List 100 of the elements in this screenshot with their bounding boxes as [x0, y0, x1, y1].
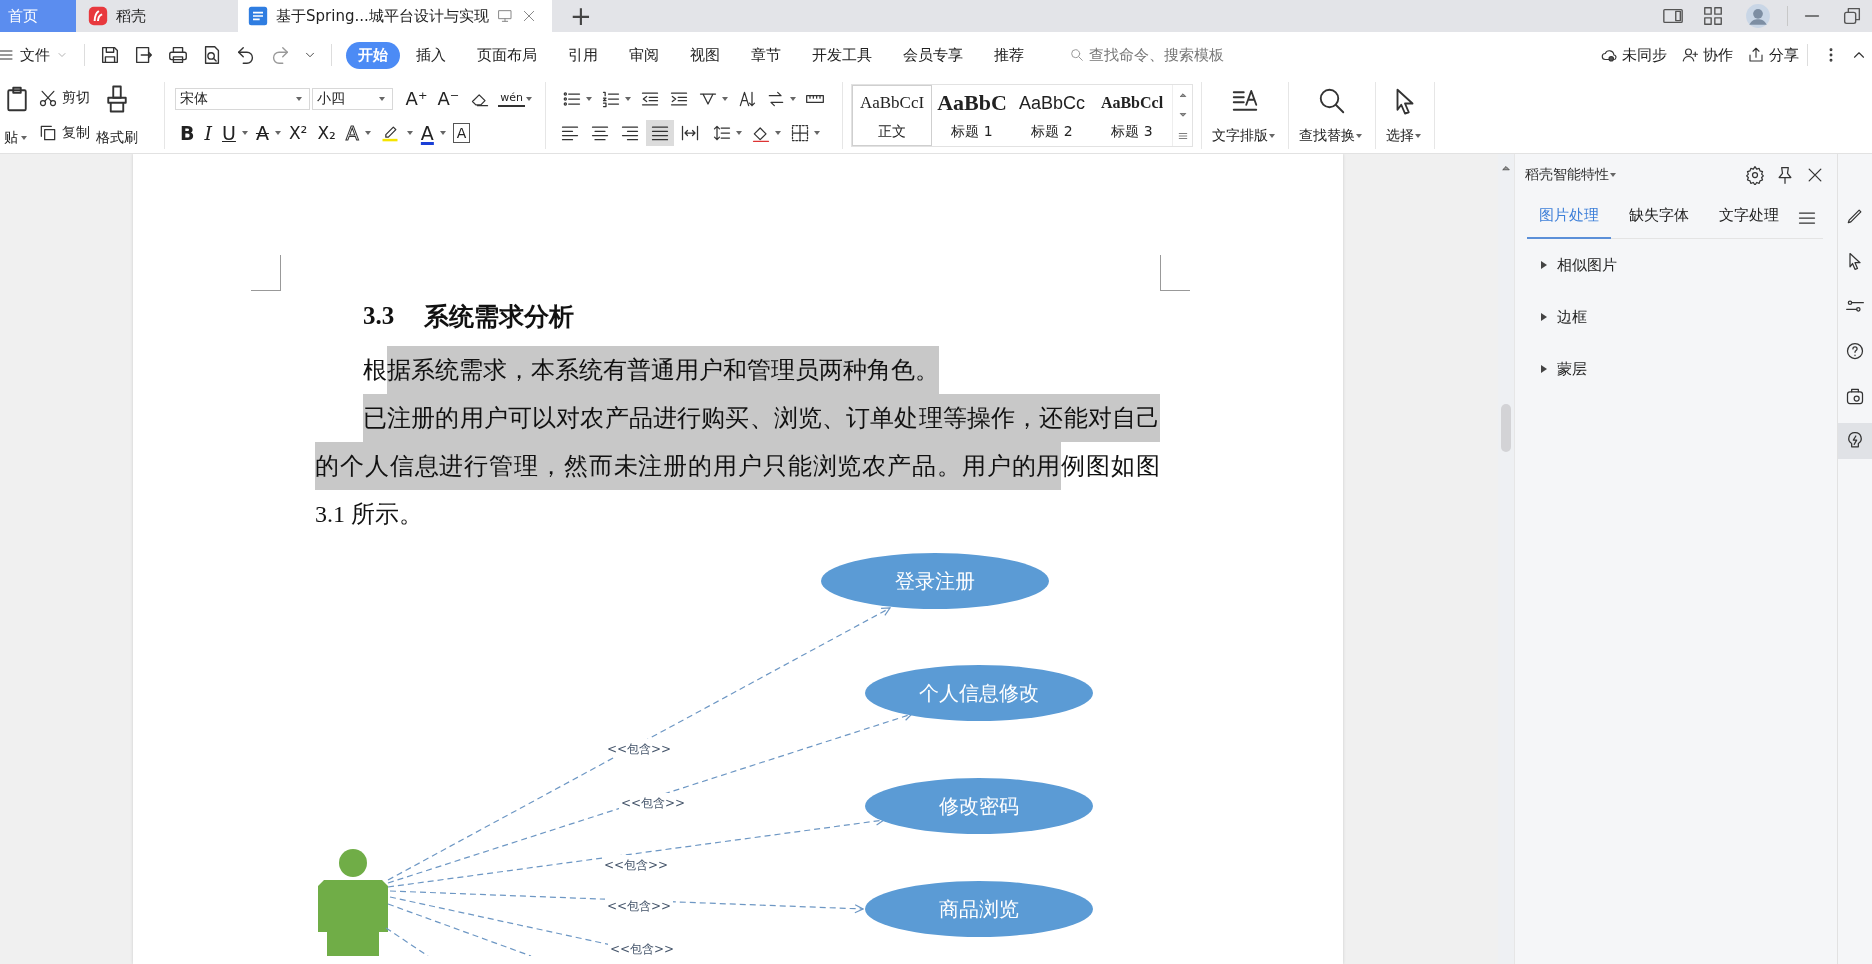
relation-label: <<包含>>: [606, 742, 672, 756]
caret-icon: [526, 96, 532, 101]
italic-button[interactable]: I: [199, 120, 217, 145]
relation-label: <<包含>>: [603, 858, 669, 872]
scroll-thumb[interactable]: [1501, 404, 1511, 452]
export-icon[interactable]: [133, 44, 155, 66]
format-painter-button[interactable]: 格式刷: [96, 129, 138, 147]
grow-font-button[interactable]: A⁺: [400, 86, 433, 111]
caret-icon: [439, 130, 446, 135]
font-color-button[interactable]: A: [415, 120, 439, 145]
caret-icon: [1415, 134, 1421, 138]
panel-section[interactable]: 蒙层: [1515, 343, 1837, 395]
caret-icon: [625, 96, 631, 101]
caret-icon: [722, 96, 728, 101]
share-icon: [1747, 46, 1765, 64]
cut-button[interactable]: 剪切: [38, 87, 90, 108]
settings-icon[interactable]: [1745, 165, 1765, 185]
find-tool-button[interactable]: 查找替换: [1295, 78, 1369, 153]
use-case: 登录注册: [821, 553, 1049, 609]
subscript-button[interactable]: X₂: [312, 120, 341, 145]
caret-icon: [775, 130, 781, 135]
ribbon-tab[interactable]: 会员专享: [888, 41, 978, 69]
relation-label: <<包含>>: [606, 899, 672, 913]
font-name-dropdown[interactable]: 宋体: [175, 87, 310, 110]
select-tool-button[interactable]: 选择: [1382, 78, 1428, 153]
bold-button[interactable]: B: [175, 120, 200, 145]
bulb-tool[interactable]: [1838, 423, 1872, 459]
search-icon: [1317, 86, 1347, 116]
ribbon-tab[interactable]: 视图: [675, 41, 735, 69]
copy-button[interactable]: 复制: [38, 123, 90, 144]
panel-section[interactable]: 相似图片: [1515, 239, 1837, 291]
panel-tab[interactable]: 缺失字体: [1617, 198, 1701, 239]
ribbon-tab[interactable]: 推荐: [979, 41, 1039, 69]
panel-tab[interactable]: 图片处理: [1527, 198, 1611, 239]
character-border-button[interactable]: A: [452, 122, 471, 143]
crop-mark: [1160, 255, 1190, 291]
superscript-button[interactable]: X²: [283, 120, 313, 145]
ribbon-tab[interactable]: 开发工具: [797, 41, 887, 69]
use-case: 个人信息修改: [865, 665, 1093, 721]
scrollbar[interactable]: [1498, 154, 1514, 964]
menu-icon: [0, 47, 14, 63]
use-case: 修改密码: [865, 778, 1093, 834]
relation-label: <<包含>>: [609, 942, 675, 956]
caret-icon: [814, 130, 820, 135]
restore-icon[interactable]: [1841, 5, 1863, 27]
style-option[interactable]: AaBbCcI 正文: [852, 85, 932, 146]
ribbon-tab[interactable]: 引用: [553, 41, 613, 69]
relation-label: <<包含>>: [620, 796, 686, 810]
grid-icon[interactable]: [1702, 5, 1724, 27]
caret-icon: [1356, 134, 1362, 138]
use-case: 商品浏览: [865, 881, 1093, 937]
ribbon-tab[interactable]: 插入: [401, 41, 461, 69]
style-option[interactable]: AaBbCc 标题 2: [1012, 85, 1092, 146]
avatar[interactable]: [1745, 3, 1771, 29]
caret-icon: [378, 96, 385, 101]
docer-logo-icon: [88, 6, 108, 26]
caret-icon: [295, 96, 302, 101]
layout-tool-button[interactable]: 文字排版: [1208, 78, 1282, 153]
ribbon-tab[interactable]: 页面布局: [462, 41, 552, 69]
underline-button[interactable]: U: [217, 120, 241, 145]
sync-button[interactable]: 未同步: [1600, 45, 1667, 65]
shrink-font-button[interactable]: A⁻: [432, 86, 465, 111]
heading-title: 系统需求分析: [424, 301, 575, 332]
paste-button[interactable]: 贴: [4, 129, 30, 147]
more-styles-icon[interactable]: [1177, 130, 1188, 141]
style-option[interactable]: AaBbCcl 标题 3: [1092, 85, 1172, 146]
pinyin-button[interactable]: wén: [498, 90, 525, 107]
print-icon[interactable]: [167, 44, 189, 66]
caret-icon: [1610, 173, 1616, 177]
ribbon-tab[interactable]: 章节: [736, 41, 796, 69]
document-icon: [248, 6, 268, 26]
app-tab[interactable]: 基于Spring...城平台设计与实现: [238, 0, 552, 32]
style-option[interactable]: AaBbC 标题 1: [932, 85, 1012, 146]
collab-button[interactable]: 协作: [1681, 45, 1733, 65]
caret-icon: [364, 130, 371, 135]
command-search-field[interactable]: 查找命令、搜索模板: [1069, 46, 1289, 64]
panel-title-dropdown[interactable]: 稻壳智能特性: [1525, 166, 1619, 184]
caret-icon: [586, 96, 592, 101]
monitor-icon[interactable]: [496, 8, 513, 24]
share-button[interactable]: 分享: [1747, 45, 1799, 65]
caret-icon: [274, 130, 281, 135]
font-size-dropdown[interactable]: 小四: [311, 87, 393, 110]
caret-icon: [790, 96, 796, 101]
border-icon[interactable]: [790, 122, 810, 143]
caret-icon: [21, 136, 27, 140]
panel-tab[interactable]: 文字处理: [1707, 198, 1791, 239]
caret-icon: [736, 130, 742, 135]
strikethrough-button[interactable]: A: [250, 120, 274, 145]
panel-section[interactable]: 边框: [1515, 291, 1837, 343]
caret-icon: [241, 130, 248, 135]
new-tab-button[interactable]: +: [558, 0, 604, 32]
caret-icon: [406, 130, 413, 135]
crop-mark: [251, 255, 281, 291]
justify-align-button[interactable]: [646, 119, 674, 146]
save-icon[interactable]: [99, 44, 121, 66]
add-user-icon: [1681, 46, 1699, 64]
file-menu[interactable]: 文件: [0, 45, 76, 65]
heading-number: 3.3: [363, 302, 395, 330]
help-icon: [1845, 341, 1865, 361]
ribbon-tab[interactable]: 审阅: [614, 41, 674, 69]
